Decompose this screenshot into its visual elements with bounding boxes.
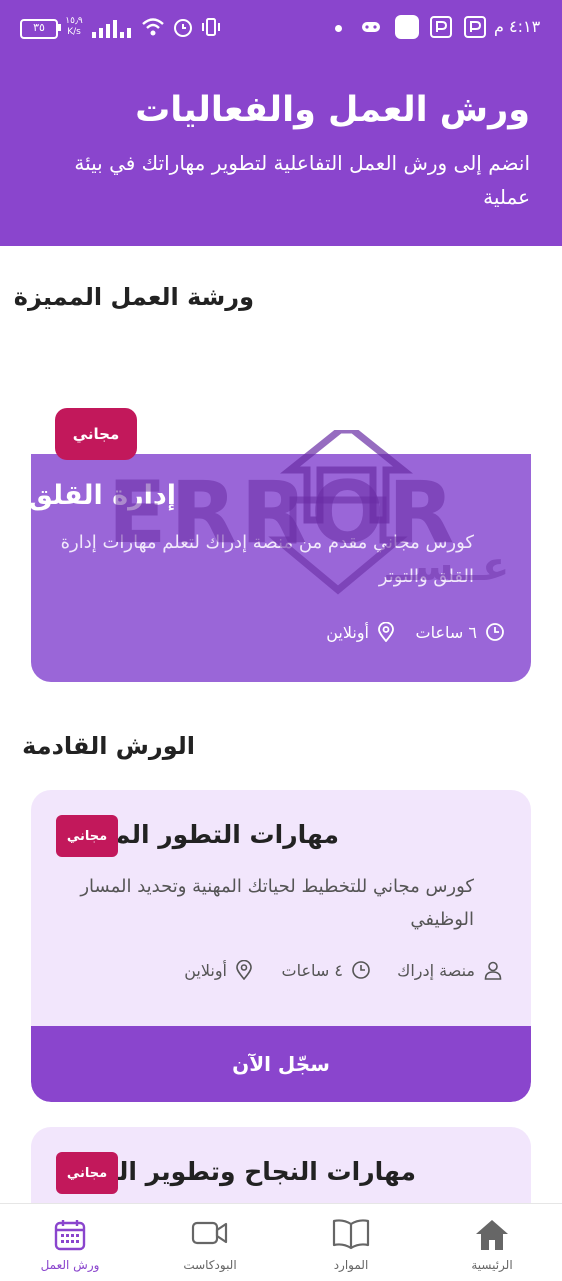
featured-mode: أونلاين <box>326 622 395 642</box>
battery-tip <box>58 24 61 31</box>
nav-podcast[interactable]: البودكاست <box>140 1204 280 1281</box>
upcoming-section-title: الورش القادمة <box>22 732 195 760</box>
calendar-icon <box>54 1220 86 1251</box>
workshop-mode-label: أونلاين <box>184 960 227 980</box>
app-header: ٣٥ ١٥٫٩ K/s ٤:١٣ م ورش العمل والفعاليات … <box>0 0 562 246</box>
net-speed: ١٥٫٩ K/s <box>65 16 83 37</box>
book-icon <box>332 1219 370 1250</box>
featured-section-title: ورشة العمل المميزة <box>13 283 254 311</box>
home-icon <box>476 1220 508 1250</box>
app-notification-icon <box>395 15 419 39</box>
featured-duration: ٦ ساعات <box>416 622 505 642</box>
workshop-duration-label: ٤ ساعات <box>281 960 343 980</box>
watermark-subtext: عــســ <box>386 544 510 590</box>
user-icon <box>484 961 502 980</box>
battery-level: ٣٥ <box>33 21 45 34</box>
vibrate-icon <box>202 18 220 36</box>
workshop-description: كورس مجاني للتخطيط لحياتك المهنية وتحديد… <box>80 876 474 930</box>
nav-resources[interactable]: الموارد <box>281 1204 421 1281</box>
workshop-title: مهارات النجاح وتطوير الذات <box>70 1157 416 1186</box>
nav-home[interactable]: الرئيسية <box>422 1204 562 1281</box>
workshop-duration: ٤ ساعات <box>282 960 371 980</box>
page-subtitle: انضم إلى ورش العمل التفاعلية لتطوير مهار… <box>74 151 530 209</box>
location-pin-icon <box>378 622 394 642</box>
page-title: ورش العمل والفعاليات <box>135 90 530 130</box>
clock-icon <box>486 623 504 641</box>
nav-workshops[interactable]: ورش العمل <box>0 1204 140 1281</box>
featured-mode-label: أونلاين <box>326 622 369 642</box>
workshop-provider: منصة إدراك <box>397 960 503 980</box>
app-p-icon <box>464 16 486 38</box>
notification-dot <box>335 25 342 32</box>
workshop-provider-label: منصة إدراك <box>397 960 475 980</box>
bottom-navigation: ورش العمل البودكاست الموارد الرئيسية <box>0 1203 562 1281</box>
game-icon <box>362 22 380 32</box>
location-pin-icon <box>236 960 252 980</box>
nav-home-label: الرئيسية <box>471 1258 513 1272</box>
workshop-card[interactable]: مهارات التطور المهني مجاني كورس مجاني لل… <box>31 790 531 1102</box>
error-watermark: ERROR عــســ <box>108 430 510 595</box>
app-p-icon <box>430 16 452 38</box>
register-button[interactable]: سجّل الآن <box>31 1026 531 1102</box>
workshop-free-badge: مجاني <box>56 815 118 857</box>
workshop-mode: أونلاين <box>184 960 253 980</box>
nav-resources-label: الموارد <box>333 1258 369 1272</box>
featured-duration-label: ٦ ساعات <box>415 622 477 642</box>
clock-icon <box>352 961 370 979</box>
status-bar: ٣٥ ١٥٫٩ K/s ٤:١٣ م <box>0 0 562 56</box>
status-time: ٤:١٣ م <box>494 17 541 36</box>
nav-podcast-label: البودكاست <box>183 1258 237 1272</box>
video-camera-icon <box>191 1221 228 1245</box>
alarm-icon <box>174 19 192 37</box>
wifi-icon <box>142 18 164 36</box>
signal-icon <box>92 20 131 38</box>
nav-workshops-label: ورش العمل <box>40 1258 100 1272</box>
workshop-free-badge: مجاني <box>56 1152 118 1194</box>
